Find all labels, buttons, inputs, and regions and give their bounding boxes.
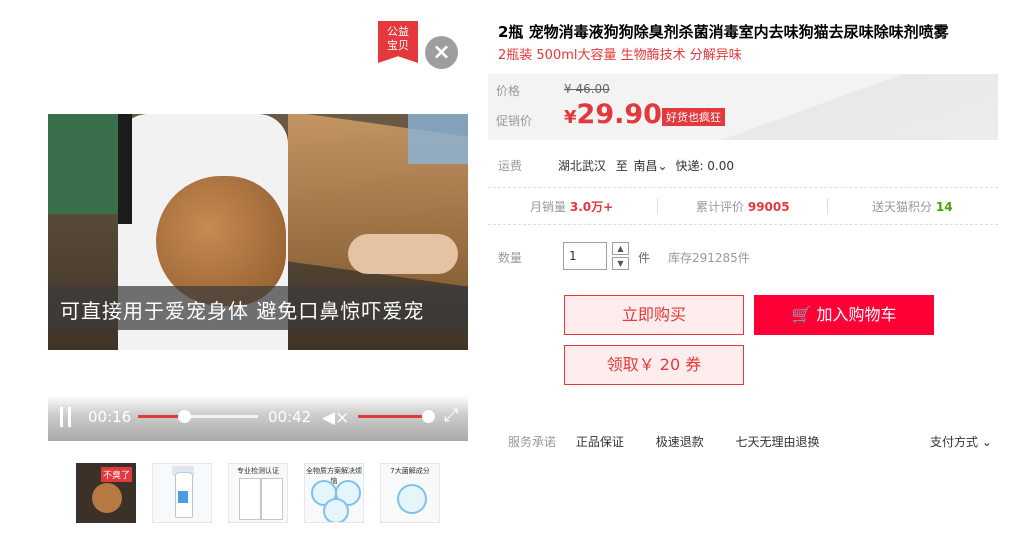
buy-now-button[interactable]: 立即购买 [564,295,744,335]
tmall-points: 送天猫积分 14 [872,198,953,215]
pause-icon[interactable] [60,407,72,427]
shipping-express: 快递: 0.00 [675,159,735,173]
currency-symbol: ¥ [564,107,577,128]
charity-badge-line1: 公益 [387,25,409,38]
quantity-increase-button[interactable]: ▲ [612,242,629,255]
current-time: 00:16 [88,408,132,426]
volume-knob[interactable] [422,410,435,423]
thumbnail-3[interactable]: 专业检测认证 [228,463,288,523]
shipping-destination-text: 南昌 [633,159,658,173]
thumbnail-5[interactable]: 7大菌解成分 [380,463,440,523]
close-video-button[interactable]: × [425,36,458,69]
cumulative-reviews[interactable]: 累计评价 99005 [696,198,790,215]
promo-price-label: 促销价 [496,114,533,128]
thumbnail-certificate [261,478,283,520]
thumbnail-4[interactable]: 全物质方案解决烦恼 [304,463,364,523]
seek-bar-progress [138,415,184,418]
original-price: ¥ 46.00 [564,82,610,96]
service-promises: 服务承诺 正品保证 极速退款 七天无理由退换 [508,433,848,450]
volume-slider[interactable] [358,415,422,418]
monthly-sales-value: 3.0万+ [569,200,614,214]
service-item[interactable]: 极速退款 [656,435,704,449]
thumbnail-caption: 专业检测认证 [237,467,279,475]
payment-methods[interactable]: 支付方式 ⌄ [930,433,992,450]
charity-badge: 公益 宝贝 [378,21,418,63]
promo-tag: 好货也疯狂 [662,108,725,126]
tmall-points-label: 送天猫积分 [872,200,933,214]
charity-badge-line2: 宝贝 [387,39,409,52]
shipping-row: 运费 湖北武汉 至 南昌⌄ 快递: 0.00 [498,157,734,174]
add-to-cart-label: 加入购物车 [816,305,897,324]
quantity-decrease-button[interactable]: ▼ [612,257,629,270]
quantity-unit: 件 [638,251,651,265]
shipping-destination[interactable]: 南昌⌄ [634,159,668,173]
shipping-from: 湖北武汉 [557,159,606,173]
stat-separator [657,198,658,214]
quantity-label: 数量 [498,251,523,265]
seek-bar-knob[interactable] [177,410,191,423]
stats-row: 月销量 3.0万+ 累计评价 99005 送天猫积分 14 [488,198,998,216]
thumbnail-certificate [239,478,261,520]
product-video[interactable]: 可直接用于爱宠身体 避免口鼻惊吓爱宠 [48,114,468,350]
service-item[interactable]: 七天无理由退换 [736,435,820,449]
thumbnail-tag: 不臭了 [100,467,132,482]
thumbnail-circle [397,484,427,514]
chevron-down-icon: ⌄ [657,159,668,173]
thumbnail-2[interactable] [152,463,212,523]
product-subtitle: 2瓶装 500ml大容量 生物酶技术 分解异味 [498,48,742,63]
promo-price: ¥29.90 [564,99,662,130]
divider [488,224,998,225]
cumulative-reviews-value: 99005 [747,200,790,214]
shipping-label: 运费 [498,159,523,173]
price-panel: 价格 ¥ 46.00 促销价 ¥29.90 好货也疯狂 [488,74,998,140]
thumbnail-circle [323,498,349,522]
original-price-label: 价格 [496,84,521,98]
cumulative-reviews-label: 累计评价 [696,200,745,214]
thumbnail-1[interactable]: 不臭了 [76,463,136,523]
mute-icon[interactable]: ◀× [322,408,349,428]
video-scene-bottles [408,114,468,164]
shipping-to-word: 至 [615,159,628,173]
video-subtitle: 可直接用于爱宠身体 避免口鼻惊吓爱宠 [60,299,425,323]
chevron-down-icon: ▼ [617,259,624,268]
promo-price-value: 29.90 [576,99,662,130]
divider [488,187,998,188]
video-scene-shelf [48,114,118,214]
quantity-input[interactable] [563,242,607,270]
stock-count: 库存291285件 [668,251,750,265]
product-title: 2瓶 宠物消毒液狗狗除臭剂杀菌消毒室内去味狗猫去尿味除味剂喷雾 [498,23,949,41]
stat-separator [827,198,828,214]
thumbnail-list: 不臭了 专业检测认证 全物质方案解决烦恼 7大菌解成分 [76,463,440,523]
get-coupon-button[interactable]: 领取￥ 20 券 [564,345,744,385]
payment-methods-label: 支付方式 [930,435,979,449]
service-item[interactable]: 正品保证 [576,435,624,449]
monthly-sales: 月销量 3.0万+ [530,198,613,215]
video-scene-spray-hand [348,234,458,274]
tmall-points-value: 14 [935,200,953,214]
service-label: 服务承诺 [508,435,557,449]
total-time: 00:42 [268,408,312,426]
chevron-down-icon: ⌄ [981,435,992,449]
thumbnail-bottle-image [175,472,193,518]
thumbnail-dog-image [92,483,122,513]
video-scene-sleeve [118,114,132,224]
thumbnail-caption: 7大菌解成分 [390,467,430,475]
cart-icon: 🛒 [791,305,812,324]
chevron-up-icon: ▲ [617,244,624,253]
add-to-cart-button[interactable]: 🛒 加入购物车 [754,295,934,335]
fullscreen-icon[interactable]: ⤢ [444,405,458,426]
video-controls: 00:16 00:42 ◀× ⤢ [48,395,468,441]
monthly-sales-label: 月销量 [530,200,567,214]
seek-bar[interactable] [138,410,258,423]
close-icon: × [432,40,451,65]
